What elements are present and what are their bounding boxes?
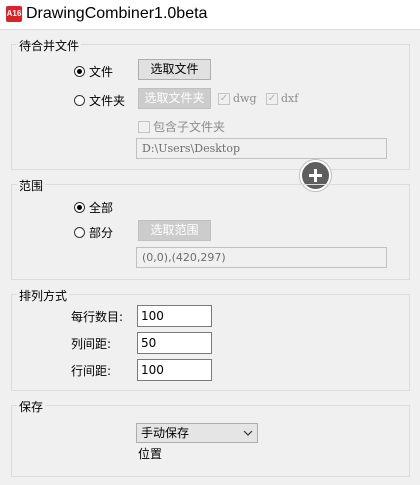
chevron-down-icon	[243, 430, 253, 436]
row-spacing-label: 行间距:	[71, 364, 112, 378]
location-label: 位置	[138, 447, 163, 461]
dwg-checkbox-box[interactable]: ✓	[218, 92, 230, 105]
radio-folder-label: 文件夹	[89, 94, 126, 108]
merge-files-group-title: 待合并文件	[17, 37, 82, 54]
radio-all[interactable]: 全部	[74, 199, 113, 216]
range-group-title: 范围	[17, 177, 46, 194]
select-folder-button[interactable]: 选取文件夹	[138, 88, 211, 109]
dxf-checkbox-box[interactable]: ✓	[266, 92, 278, 105]
radio-file[interactable]: 文件	[74, 63, 113, 80]
include-subfolders-box[interactable]	[138, 120, 150, 133]
dwg-label: dwg	[233, 92, 257, 105]
range-field[interactable]: (0,0),(420,297)	[136, 247, 387, 268]
per-row-label: 每行数目:	[71, 310, 124, 324]
radio-part-label: 部分	[89, 226, 114, 240]
plus-icon	[309, 169, 322, 182]
dxf-checkbox[interactable]: ✓ dxf	[266, 92, 298, 105]
title-bar: A16 DrawingCombiner1.0beta	[0, 0, 420, 30]
select-range-button[interactable]: 选取范围	[138, 220, 211, 241]
dwg-checkbox[interactable]: ✓ dwg	[218, 92, 257, 105]
window-title: DrawingCombiner1.0beta	[26, 5, 208, 22]
radio-file-indicator[interactable]	[74, 66, 85, 77]
radio-all-indicator[interactable]	[74, 202, 85, 213]
dxf-label: dxf	[281, 92, 299, 105]
row-spacing-input[interactable]: 100	[137, 359, 212, 381]
path-field[interactable]: D:\Users\Desktop	[136, 138, 387, 159]
app-icon: A16	[6, 6, 22, 22]
radio-part[interactable]: 部分	[74, 224, 113, 241]
select-file-button[interactable]: 选取文件	[138, 59, 211, 80]
save-group-title: 保存	[17, 398, 46, 415]
radio-part-indicator[interactable]	[74, 227, 85, 238]
include-subfolders-label: 包含子文件夹	[153, 120, 226, 134]
column-spacing-label: 列间距:	[71, 337, 112, 351]
include-subfolders-checkbox[interactable]: 包含子文件夹	[138, 118, 225, 135]
radio-folder[interactable]: 文件夹	[74, 92, 125, 109]
save-mode-value: 手动保存	[141, 426, 190, 440]
radio-file-label: 文件	[89, 65, 114, 79]
per-row-input[interactable]: 100	[137, 305, 212, 327]
radio-folder-indicator[interactable]	[74, 95, 85, 106]
save-mode-select[interactable]: 手动保存	[136, 423, 258, 443]
column-spacing-input[interactable]: 50	[137, 332, 212, 354]
radio-all-label: 全部	[89, 201, 114, 215]
arrangement-group-title: 排列方式	[17, 287, 70, 304]
